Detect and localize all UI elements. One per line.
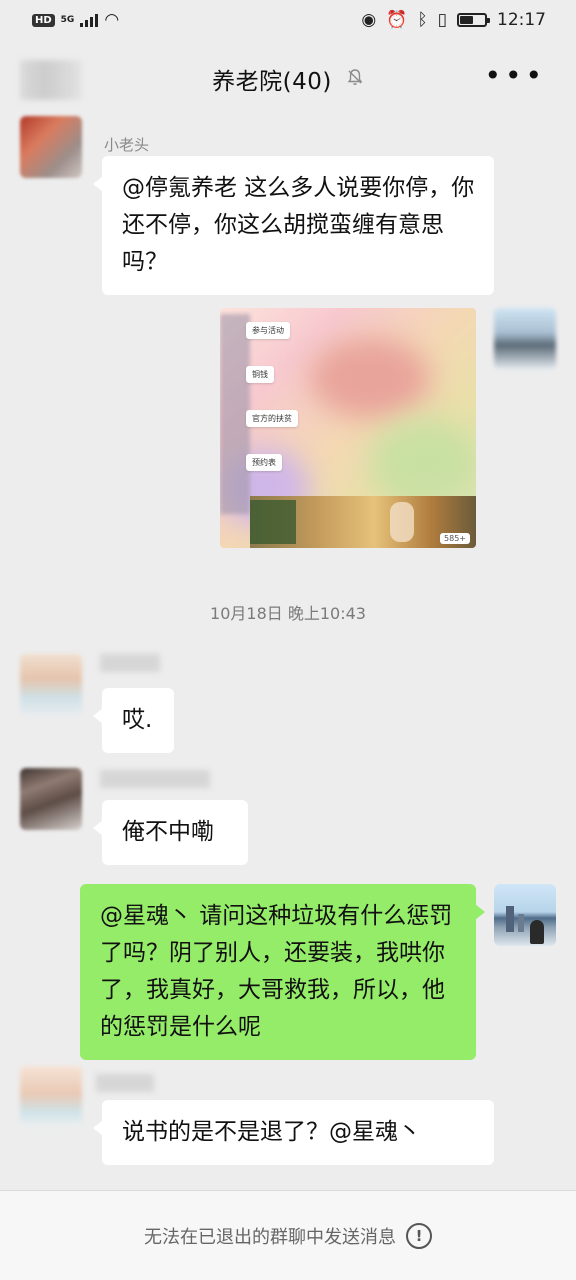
battery-icon — [457, 13, 490, 27]
sender-name-blurred — [100, 654, 160, 672]
image-menu-item: 预约表 — [246, 454, 282, 471]
timestamp: 10月18日 晚上10:43 — [210, 604, 366, 623]
sender-name-blurred — [100, 770, 210, 788]
info-icon[interactable]: ! — [406, 1222, 432, 1249]
message-bubble[interactable]: 哎. — [93, 688, 174, 753]
game-character — [390, 502, 414, 542]
message-bubble[interactable]: @停氪养老 这么多人说要你停，你还不停，你这么胡搅蛮缠有意思吗？ — [93, 156, 494, 295]
back-button[interactable] — [20, 60, 82, 100]
disabled-notice: 无法在已退出的群聊中发送消息 — [144, 1226, 396, 1248]
avatar-person — [530, 920, 544, 944]
bluetooth-icon: ᛒ — [417, 9, 428, 30]
input-disabled-bar: 无法在已退出的群聊中发送消息 ! — [0, 1190, 576, 1280]
image-message[interactable]: 参与活动 铜钱 官方的扶贫 预约表 585+ — [220, 308, 476, 548]
sender-name-blurred — [96, 1074, 154, 1092]
message-text: 俺不中嘞 — [122, 819, 214, 845]
message-bubble[interactable]: 俺不中嘞 — [93, 800, 248, 865]
signal-icon — [80, 13, 99, 27]
message-text: @星魂丶 请问这种垃圾有什么惩罚了吗？阴了别人，还要装，我哄你了，我真好，大哥救… — [100, 903, 453, 1040]
image-blob — [310, 338, 430, 418]
clock: 12:17 — [497, 10, 546, 30]
image-menu-item: 参与活动 — [246, 322, 290, 339]
wifi-icon: ◠ — [104, 9, 120, 30]
image-badge: 585+ — [440, 533, 470, 544]
message-bubble-self[interactable]: @星魂丶 请问这种垃圾有什么惩罚了吗？阴了别人，还要装，我哄你了，我真好，大哥救… — [80, 884, 485, 1060]
bell-off-icon — [346, 68, 364, 91]
title-bar: 养老院(40) ••• — [0, 44, 576, 114]
message-text: 说书的是不是退了？@星魂丶 — [122, 1119, 421, 1145]
game-menu-panel — [250, 500, 296, 544]
status-left: HD 5G ◠ — [32, 9, 120, 30]
avatar[interactable] — [20, 116, 82, 178]
message-text: 哎. — [122, 707, 153, 733]
image-blob — [370, 418, 476, 508]
avatar[interactable] — [20, 1066, 82, 1128]
vibrate-icon: ▯ — [437, 9, 447, 30]
avatar-building — [506, 906, 514, 932]
hd-badge: HD — [32, 13, 55, 27]
chat-area[interactable]: 小老头 @停氪养老 这么多人说要你停，你还不停，你这么胡搅蛮缠有意思吗？ 参与活… — [0, 114, 576, 1190]
avatar-self[interactable] — [494, 308, 556, 370]
chat-title[interactable]: 养老院(40) — [212, 62, 332, 96]
avatar-building — [518, 914, 524, 932]
avatar[interactable] — [20, 768, 82, 830]
network-type: 5G — [60, 14, 75, 25]
sender-name: 小老头 — [104, 136, 150, 154]
battery-fill — [460, 16, 474, 24]
alarm-icon: ⏰ — [386, 9, 408, 30]
more-dots-icon[interactable]: ••• — [484, 62, 546, 90]
avatar[interactable] — [20, 654, 82, 716]
eye-icon: ◉ — [361, 9, 377, 30]
avatar-self[interactable] — [494, 884, 556, 946]
status-right: ◉ ⏰ ᛒ ▯ 12:17 — [361, 10, 546, 30]
message-text: @停氪养老 这么多人说要你停，你还不停，你这么胡搅蛮缠有意思吗？ — [122, 175, 475, 275]
image-menu-item: 官方的扶贫 — [246, 410, 298, 427]
image-menu-item: 铜钱 — [246, 366, 274, 383]
message-bubble[interactable]: 说书的是不是退了？@星魂丶 — [93, 1100, 494, 1165]
status-bar: HD 5G ◠ ◉ ⏰ ᛒ ▯ 12:17 — [0, 0, 576, 40]
